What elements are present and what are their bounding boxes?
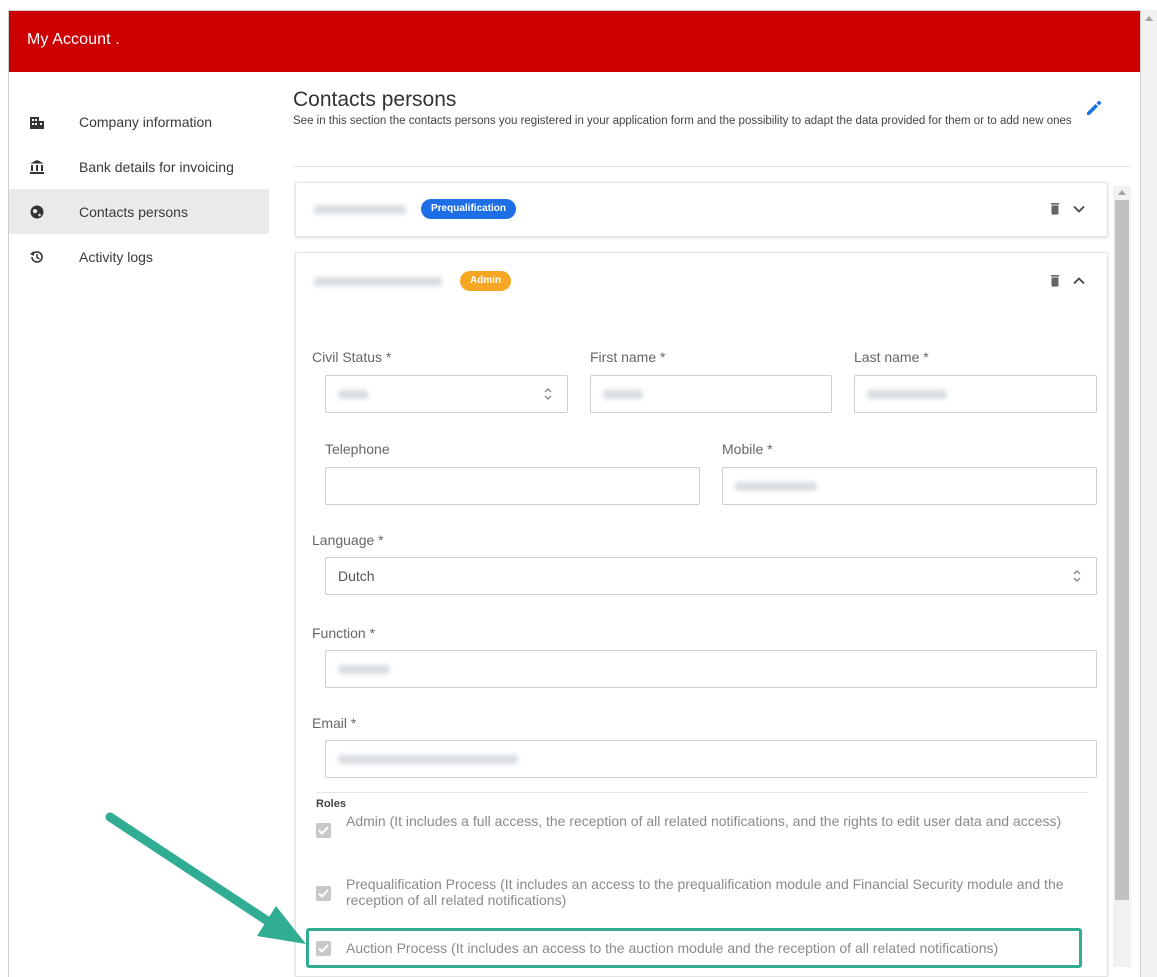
language-label: Language * (312, 532, 384, 548)
scrollbar-thumb[interactable] (1115, 200, 1129, 900)
mobile-field[interactable] (722, 467, 1097, 505)
sidebar-item-activity-logs[interactable]: Activity logs (9, 234, 269, 279)
top-bar: My Account . (9, 11, 1140, 72)
chevron-down-icon[interactable] (1069, 199, 1089, 219)
history-icon (27, 247, 47, 267)
trash-icon[interactable] (1045, 271, 1065, 291)
edit-pencil-icon[interactable] (1084, 98, 1106, 120)
mobile-label: Mobile * (722, 441, 773, 457)
contact-card-collapsed[interactable]: Prequalification (295, 182, 1108, 237)
civil-status-value-redacted (338, 389, 368, 399)
role-badge: Admin (460, 271, 512, 291)
language-value: Dutch (338, 568, 375, 584)
sidebar-item-contacts-persons[interactable]: Contacts persons (9, 189, 269, 234)
app-title: My Account . (27, 31, 120, 48)
role-prequalification-checkbox[interactable] (316, 886, 331, 901)
role-admin-option[interactable]: Admin (It includes a full access, the re… (316, 813, 1086, 838)
last-name-label: Last name * (854, 349, 929, 365)
contact-card-header[interactable]: Prequalification (314, 199, 1089, 219)
scroll-up-arrow-icon[interactable] (1145, 16, 1153, 21)
contact-card-header[interactable]: Admin (314, 271, 1089, 291)
role-badge: Prequalification (421, 199, 517, 219)
chevron-up-icon[interactable] (1069, 271, 1089, 291)
header-divider (293, 166, 1131, 167)
sidebar-item-bank-details[interactable]: Bank details for invoicing (9, 144, 269, 189)
contact-name-redacted (314, 204, 406, 214)
scroll-up-arrow-icon[interactable] (1118, 190, 1126, 195)
telephone-label: Telephone (325, 441, 390, 457)
first-name-value-redacted (603, 389, 643, 399)
sidebar-item-label: Bank details for invoicing (79, 158, 234, 175)
page-title: Contacts persons (293, 88, 457, 111)
globe-icon (27, 202, 47, 222)
trash-icon[interactable] (1045, 199, 1065, 219)
civil-status-label: Civil Status * (312, 349, 392, 365)
main-content: Contacts persons See in this section the… (293, 88, 1131, 167)
civil-status-select[interactable] (325, 375, 568, 413)
function-value-redacted (338, 664, 390, 674)
content-scrollbar[interactable] (1113, 186, 1131, 967)
role-admin-checkbox[interactable] (316, 823, 331, 838)
first-name-label: First name * (590, 349, 666, 365)
select-arrows-icon (543, 387, 553, 401)
language-select[interactable]: Dutch (325, 557, 1097, 595)
role-prequalification-option[interactable]: Prequalification Process (It includes an… (316, 876, 1086, 908)
contact-card-expanded: Admin Civil Status * First name * Last n… (295, 252, 1108, 977)
role-prequalification-label: Prequalification Process (It includes an… (346, 876, 1064, 908)
last-name-field[interactable] (854, 375, 1097, 413)
sidebar-item-company-information[interactable]: Company information (9, 99, 269, 144)
first-name-field[interactable] (590, 375, 832, 413)
telephone-field[interactable] (325, 467, 700, 505)
sidebar-item-label: Activity logs (79, 248, 153, 265)
highlight-box (306, 928, 1082, 968)
role-admin-label: Admin (It includes a full access, the re… (346, 813, 1062, 829)
sidebar: Company information Bank details for inv… (9, 99, 269, 279)
roles-heading: Roles (316, 798, 346, 810)
page-subtitle: See in this section the contacts persons… (293, 115, 1072, 127)
last-name-value-redacted (867, 389, 947, 399)
window-scrollbar[interactable] (1141, 10, 1157, 977)
sidebar-item-label: Company information (79, 113, 213, 130)
bank-icon (27, 157, 47, 177)
email-label: Email * (312, 715, 357, 731)
email-value-redacted (338, 754, 518, 764)
roles-divider (316, 792, 1088, 793)
building-icon (27, 112, 47, 132)
mobile-value-redacted (735, 481, 817, 491)
function-label: Function * (312, 625, 376, 641)
contact-name-redacted (314, 276, 442, 286)
email-field[interactable] (325, 740, 1097, 778)
function-field[interactable] (325, 650, 1097, 688)
sidebar-item-label: Contacts persons (79, 203, 188, 220)
select-arrows-icon (1072, 569, 1082, 583)
